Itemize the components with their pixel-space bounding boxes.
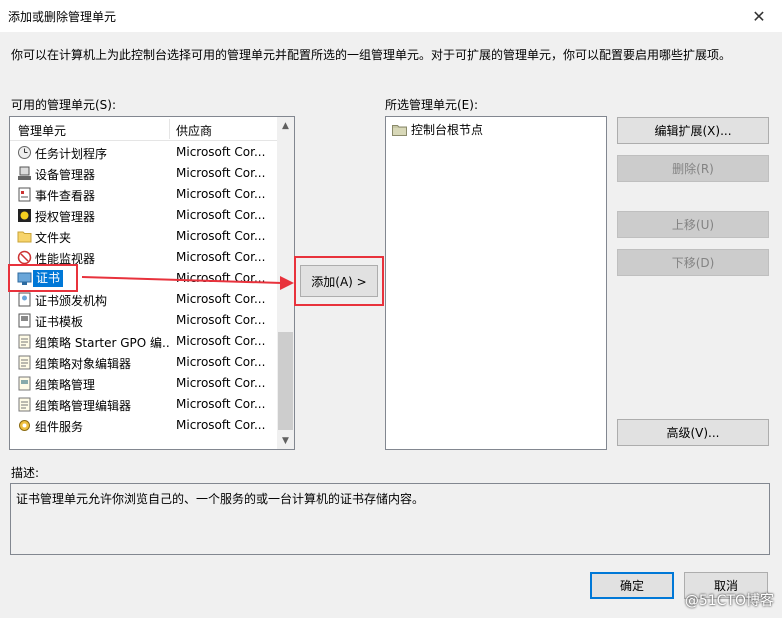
description-text: 证书管理单元允许你浏览自己的、一个服务的或一台计算机的证书存储内容。 [16, 492, 425, 506]
remove-button[interactable]: 删除(R) [617, 155, 769, 182]
move-up-button[interactable]: 上移(U) [617, 211, 769, 238]
move-down-button[interactable]: 下移(D) [617, 249, 769, 276]
advanced-button[interactable]: 高级(V)... [617, 419, 769, 446]
add-button-highlight-box [294, 256, 384, 306]
folder-icon [392, 125, 407, 136]
watermark: @51CTO博客 [684, 593, 774, 609]
console-root-label: 控制台根节点 [411, 123, 484, 137]
description-box: 证书管理单元允许你浏览自己的、一个服务的或一台计算机的证书存储内容。 [10, 483, 770, 555]
console-root-node[interactable]: 控制台根节点 [392, 121, 483, 138]
selected-snapins-list[interactable]: 控制台根节点 [385, 116, 607, 450]
ok-button[interactable]: 确定 [590, 572, 674, 599]
description-label: 描述: [11, 466, 40, 480]
edit-extensions-button[interactable]: 编辑扩展(X)... [617, 117, 769, 144]
